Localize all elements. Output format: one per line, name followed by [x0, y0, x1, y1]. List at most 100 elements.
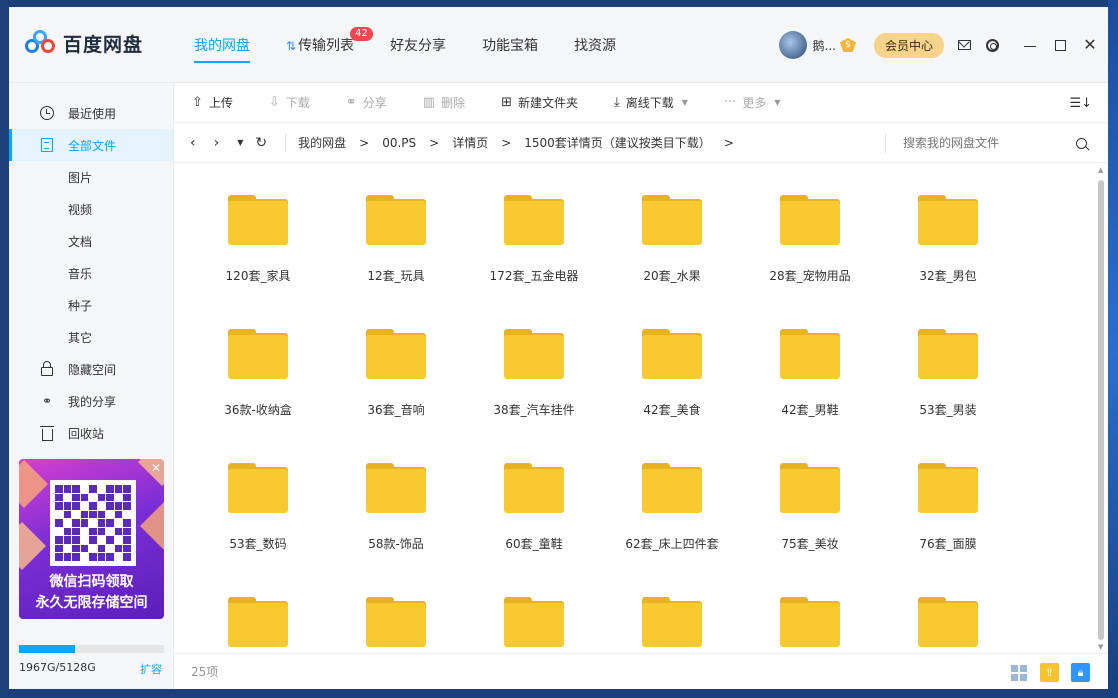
promo-line-2: 永久无限存储空间	[35, 595, 148, 611]
nav-toolbox[interactable]: 功能宝箱	[482, 35, 538, 55]
upload-button[interactable]: ⇧ 上传	[192, 94, 233, 111]
folder-item[interactable]: 12套_玩具	[327, 163, 465, 297]
folder-name: 120套_家具	[225, 269, 291, 283]
delete-label: 删除	[441, 96, 466, 110]
folder-item[interactable]	[465, 565, 603, 653]
folder-icon	[642, 195, 702, 245]
sidebar-item-videos[interactable]: 视频	[9, 193, 173, 225]
nav-find-resources[interactable]: 找资源	[574, 35, 616, 55]
sidebar-item-recycle-bin[interactable]: 回收站	[9, 417, 173, 449]
breadcrumb-item[interactable]: 1500套详情页（建议按类目下载）	[524, 134, 711, 151]
desktop-background	[1108, 0, 1118, 698]
breadcrumb-separator[interactable]: >	[724, 136, 734, 150]
avatar[interactable]	[778, 31, 807, 59]
folder-item[interactable]	[879, 565, 1017, 653]
folder-item[interactable]: 62套_床上四件套	[603, 431, 741, 565]
promo-banner[interactable]: ✕ 微信扫码领取 永久无限存储空间	[19, 459, 164, 619]
delete-button[interactable]: ▥ 删除	[423, 94, 465, 111]
folder-item[interactable]: 42套_美食	[603, 297, 741, 431]
safe-box-button[interactable]: 🔒︎	[1071, 663, 1090, 682]
sidebar-item-recent[interactable]: 最近使用	[9, 97, 173, 129]
sidebar-item-music[interactable]: 音乐	[9, 257, 173, 289]
refresh-icon[interactable]: ↻	[255, 135, 267, 151]
folder-icon	[780, 597, 840, 647]
new-folder-button[interactable]: ⊞ 新建文件夹	[501, 94, 578, 111]
upload-panel-button[interactable]: ⇧	[1040, 663, 1059, 682]
maximize-button[interactable]	[1052, 37, 1068, 53]
upload-arrow-icon: ⇧	[1044, 666, 1055, 679]
view-toggle-button[interactable]	[1009, 663, 1028, 682]
folder-item[interactable]	[741, 565, 879, 653]
vip-diamond-icon[interactable]: $	[839, 38, 856, 52]
folder-name: 36款-收纳盒	[224, 403, 292, 417]
minimize-button[interactable]	[1022, 37, 1038, 53]
offline-download-button[interactable]: ⤓ 离线下载 ▼	[614, 94, 688, 111]
share-icon: ⚭	[345, 95, 357, 110]
back-icon[interactable]: ‹	[190, 135, 196, 151]
folder-item[interactable]: 38套_汽车挂件	[465, 297, 603, 431]
folder-name: 172套_五金电器	[489, 269, 579, 283]
forward-icon[interactable]: ›	[214, 135, 220, 151]
chevron-down-icon: ▼	[681, 98, 688, 107]
sidebar-item-torrents[interactable]: 种子	[9, 289, 173, 321]
sidebar-item-label: 回收站	[68, 426, 105, 441]
nav-transfer-list[interactable]: ⇅ 传输列表 42	[286, 27, 373, 55]
sidebar-item-documents[interactable]: 文档	[9, 225, 173, 257]
folder-item[interactable]: 20套_水果	[603, 163, 741, 297]
folder-icon	[366, 329, 426, 379]
folder-icon	[228, 597, 288, 647]
history-dropdown-icon[interactable]: ▼	[237, 138, 243, 147]
folder-item[interactable]: 53套_男装	[879, 297, 1017, 431]
sidebar-item-my-shares[interactable]: ⚭ 我的分享	[9, 385, 173, 417]
scrollbar-thumb[interactable]	[1098, 180, 1104, 640]
download-button[interactable]: ⇩ 下载	[269, 94, 310, 111]
breadcrumb-item[interactable]: 我的网盘	[298, 134, 346, 151]
username[interactable]: 鹅...	[813, 37, 836, 54]
folder-item[interactable]: 120套_家具	[189, 163, 327, 297]
folder-item[interactable]: 58款-饰品	[327, 431, 465, 565]
sidebar-item-images[interactable]: 图片	[9, 161, 173, 193]
expand-storage-link[interactable]: 扩容	[140, 661, 162, 677]
folder-item[interactable]	[189, 565, 327, 653]
search-box	[885, 133, 1095, 153]
folder-item[interactable]: 36套_音响	[327, 297, 465, 431]
folder-icon	[504, 597, 564, 647]
folder-item[interactable]: 172套_五金电器	[465, 163, 603, 297]
close-icon[interactable]: ✕	[1082, 37, 1098, 53]
mail-button[interactable]	[956, 37, 972, 53]
sidebar-item-label: 我的分享	[68, 394, 117, 409]
folder-item[interactable]: 60套_童鞋	[465, 431, 603, 565]
more-button[interactable]: ··· 更多 ▼	[724, 94, 781, 111]
folder-item[interactable]: 36款-收纳盒	[189, 297, 327, 431]
scrollbar[interactable]: ▲ ▼	[1096, 163, 1106, 653]
breadcrumb-item[interactable]: 详情页	[452, 134, 488, 151]
search-icon[interactable]	[1076, 137, 1087, 149]
nav-my-netdisk[interactable]: 我的网盘	[194, 35, 250, 63]
breadcrumb-item[interactable]: 00.PS	[382, 136, 416, 150]
nav-friend-share[interactable]: 好友分享	[390, 35, 446, 55]
sidebar-item-label: 隐藏空间	[68, 362, 117, 377]
sidebar-item-hidden-space[interactable]: 隐藏空间	[9, 353, 173, 385]
folder-item[interactable]: 76套_面膜	[879, 431, 1017, 565]
folder-item[interactable]	[327, 565, 465, 653]
folder-item[interactable]: 75套_美妆	[741, 431, 879, 565]
folder-item[interactable]: 42套_男鞋	[741, 297, 879, 431]
sidebar-item-all-files[interactable]: 全部文件	[9, 129, 173, 161]
folder-icon	[504, 195, 564, 245]
folder-item[interactable]: 28套_宠物用品	[741, 163, 879, 297]
folder-item[interactable]: 32套_男包	[879, 163, 1017, 297]
folder-name: 32套_男包	[919, 269, 977, 283]
settings-button[interactable]	[984, 37, 1000, 53]
member-center-button[interactable]: 会员中心	[873, 32, 944, 58]
sort-icon[interactable]: ☰↓	[1069, 96, 1092, 111]
sidebar-item-other[interactable]: 其它	[9, 321, 173, 353]
folder-item[interactable]: 53套_数码	[189, 431, 327, 565]
folder-icon	[504, 463, 564, 513]
search-input[interactable]	[903, 136, 1073, 150]
scroll-up-icon[interactable]: ▲	[1098, 166, 1103, 174]
scroll-down-icon[interactable]: ▼	[1098, 643, 1103, 651]
promo-close-icon[interactable]: ✕	[151, 461, 161, 475]
gear-icon	[985, 38, 999, 52]
share-button[interactable]: ⚭ 分享	[346, 94, 387, 111]
folder-item[interactable]	[603, 565, 741, 653]
